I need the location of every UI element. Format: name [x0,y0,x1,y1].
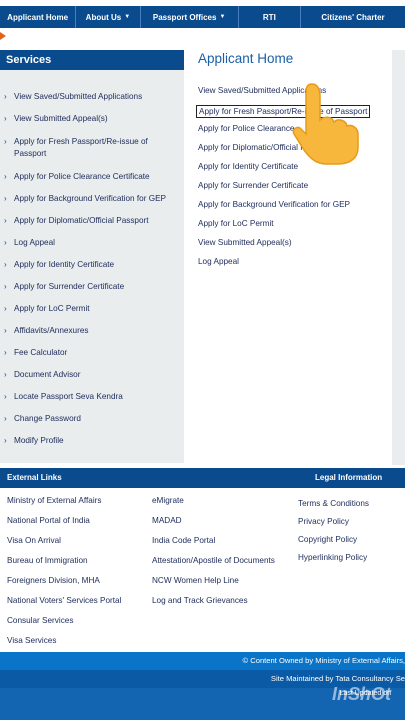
sidebar-item[interactable]: › View Submitted Appeal(s) [4,113,180,125]
chevron-right-icon: › [4,114,7,123]
chevron-right-icon: › [4,436,7,445]
chevron-right-icon: › [4,370,7,379]
sidebar-item-label: Apply for Surrender Certificate [14,282,125,291]
sidebar-item[interactable]: › Log Appeal [4,237,180,249]
footer-link[interactable]: Ministry of External Affairs [7,496,102,505]
sidebar-item-label: Apply for Background Verification for GE… [14,194,166,203]
sidebar-item[interactable]: › View Saved/Submitted Applications [4,91,180,103]
sidebar-item[interactable]: › Apply for Surrender Certificate [4,281,180,293]
chevron-right-icon: › [4,238,7,247]
sidebar-item-label: Modify Profile [14,436,64,445]
sidebar-item-label: Affidavits/Annexures [14,326,89,335]
nav-label: Citizens' Charter [321,12,385,22]
sidebar-item[interactable]: › Document Advisor [4,369,180,381]
orange-arrow-icon [0,32,6,40]
footer-link[interactable]: Copyright Policy [298,535,357,544]
chevron-right-icon: › [4,260,7,269]
footer-link[interactable]: Log and Track Grievances [152,596,248,605]
footer-link[interactable]: Consular Services [7,616,73,625]
nav-about-us[interactable]: About Us ▼ [76,6,141,28]
page-title: Applicant Home [198,51,294,66]
sidebar-item[interactable]: › Apply for LoC Permit [4,303,180,315]
legal-information-title: Legal Information [315,473,383,482]
content-owned-bar: © Content Owned by Ministry of External … [0,652,405,670]
footer-link[interactable]: Attestation/Apostile of Documents [152,556,275,565]
sidebar-item[interactable]: › Apply for Diplomatic/Official Passport [4,215,180,227]
right-panel-edge [392,50,405,465]
sidebar-item-label: Change Password [14,414,81,423]
nav-rti[interactable]: RTI [239,6,302,28]
footer-link[interactable]: Bureau of Immigration [7,556,88,565]
chevron-right-icon: › [4,304,7,313]
main-link[interactable]: Apply for Identity Certificate [198,162,298,171]
sidebar-item[interactable]: › Apply for Identity Certificate [4,259,180,271]
nav-citizens-charter[interactable]: Citizens' Charter [301,6,405,28]
sidebar-item[interactable]: › Apply for Fresh Passport/Re-issue of Pa… [4,136,180,160]
main-link[interactable]: Apply for Background Verification for GE… [198,200,350,209]
inshot-watermark: InShOt [332,684,391,704]
main-link[interactable]: Apply for Police Clearance [198,124,294,133]
footer-link[interactable]: India Code Portal [152,536,215,545]
footer-link[interactable]: Visa Services [7,636,56,645]
main-link[interactable]: View Submitted Appeal(s) [198,238,292,247]
chevron-right-icon: › [4,92,7,101]
footer-link[interactable]: National Portal of India [7,516,90,525]
sidebar-item[interactable]: › Fee Calculator [4,347,180,359]
sidebar-item-label: Apply for Diplomatic/Official Passport [14,216,149,225]
top-nav: Applicant Home About Us ▼ Passport Offic… [0,6,405,28]
nav-passport-offices[interactable]: Passport Offices ▼ [141,6,239,28]
sidebar-item[interactable]: › Modify Profile [4,435,180,447]
chevron-right-icon: › [4,172,7,181]
main-link[interactable]: Apply for Surrender Certificate [198,181,308,190]
services-title: Services [0,50,184,70]
chevron-right-icon: › [4,216,7,225]
content-owned-text: © Content Owned by Ministry of External … [242,656,405,665]
footer-link[interactable]: Hyperlinking Policy [298,553,367,562]
sidebar-item[interactable]: › Apply for Police Clearance Certificate [4,171,180,183]
chevron-right-icon: › [4,194,7,203]
main-link[interactable]: Log Appeal [198,257,239,266]
footer-link[interactable]: Privacy Policy [298,517,349,526]
nav-applicant-home[interactable]: Applicant Home [0,6,77,28]
nav-label: About Us [85,12,122,22]
footer-link[interactable]: MADAD [152,516,182,525]
nav-label: Passport Offices [152,12,217,22]
site-maintained-text: Site Maintained by Tata Consultancy Se [270,674,405,683]
footer-link[interactable]: Visa On Arrival [7,536,61,545]
footer-link[interactable]: Terms & Conditions [298,499,369,508]
chevron-right-icon: › [4,282,7,291]
nav-label: Applicant Home [7,12,69,22]
pointing-hand-icon [292,83,359,165]
footer-link[interactable]: National Voters' Services Portal [7,596,121,605]
sidebar-item[interactable]: › Change Password [4,413,180,425]
chevron-right-icon: › [4,414,7,423]
sidebar-item-label: Locate Passport Seva Kendra [14,392,123,401]
footer-link[interactable]: Foreigners Division, MHA [7,576,100,585]
main-link[interactable]: Apply for Diplomatic/Official P [198,143,306,152]
sidebar-item-label: View Saved/Submitted Applications [14,92,143,101]
external-links-title: External Links [7,473,62,482]
sidebar-item[interactable]: › Apply for Background Verification for G… [4,193,180,205]
footer-link[interactable]: eMigrate [152,496,184,505]
main-link[interactable]: Apply for LoC Permit [198,219,274,228]
chevron-down-icon: ▼ [124,14,131,20]
chevron-right-icon: › [4,392,7,401]
footer-link[interactable]: NCW Women Help Line [152,576,239,585]
sidebar-item[interactable]: › Locate Passport Seva Kendra [4,391,180,403]
chevron-right-icon: › [4,137,7,146]
sidebar-item-label: Apply for Police Clearance Certificate [14,172,150,181]
nav-label: RTI [262,12,276,22]
chevron-right-icon: › [4,348,7,357]
sidebar-item-label: Apply for LoC Permit [14,304,90,313]
sidebar-item-label: Fee Calculator [14,348,68,357]
sidebar-item[interactable]: › Affidavits/Annexures [4,325,180,337]
chevron-right-icon: › [4,326,7,335]
sidebar-item-label: Log Appeal [14,238,55,247]
sidebar-item-label: Document Advisor [14,370,81,379]
sidebar-item-label: Apply for Identity Certificate [14,260,115,269]
sidebar-item-label: View Submitted Appeal(s) [14,114,108,123]
chevron-down-icon: ▼ [219,14,226,20]
sidebar-item-label: Apply for Fresh Passport/Re-issue of Pas… [14,137,148,158]
